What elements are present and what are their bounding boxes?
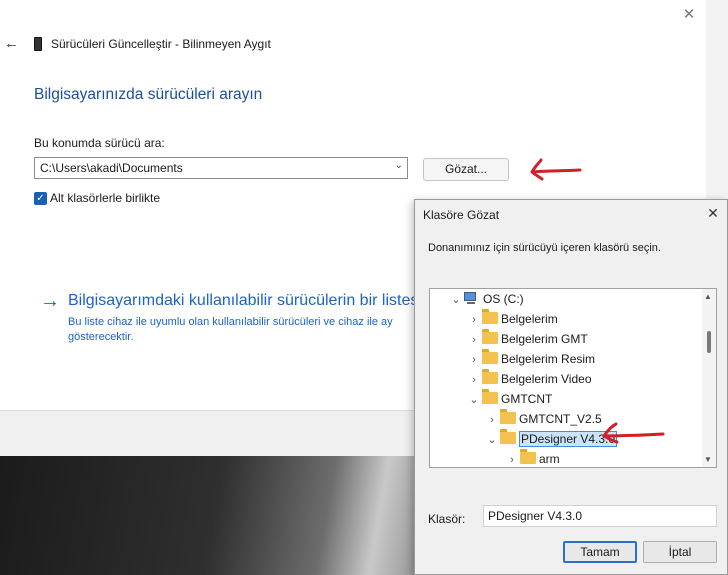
dialog-title: Klasöre Gözat bbox=[423, 208, 500, 222]
tree-item-label: Belgelerim bbox=[501, 312, 558, 326]
tree-item-gmtcnt[interactable]: ⌄ GMTCNT bbox=[468, 389, 552, 409]
chevron-right-icon[interactable]: › bbox=[506, 450, 518, 467]
chevron-down-icon[interactable]: ⌄ bbox=[395, 160, 403, 171]
tree-item-label: GMTCNT_V2.5 bbox=[519, 412, 602, 426]
dialog-description: Donanımınız için sürücüyü içeren klasörü… bbox=[428, 242, 661, 254]
tree-item-label: GMTCNT bbox=[501, 392, 553, 406]
back-arrow-icon[interactable]: ← bbox=[4, 36, 20, 52]
tree-item-belgelerim-video[interactable]: › Belgelerim Video bbox=[468, 369, 592, 389]
tree-item-label-selected: PDesigner V4.3.0 bbox=[519, 431, 618, 447]
path-value[interactable]: C:\Users\akadi\Documents bbox=[40, 161, 183, 175]
folder-icon bbox=[500, 429, 516, 444]
tree-item-label: Belgelerim Video bbox=[501, 372, 592, 386]
folder-icon bbox=[482, 349, 498, 364]
folder-icon bbox=[520, 449, 536, 464]
search-location-label: Bu konumda sürücü ara: bbox=[34, 136, 165, 150]
scroll-down-icon[interactable]: ▼ bbox=[704, 455, 712, 464]
drive-icon bbox=[464, 292, 480, 305]
scroll-up-icon[interactable]: ▲ bbox=[704, 292, 712, 301]
close-icon[interactable]: ✕ bbox=[680, 6, 698, 24]
chevron-down-icon[interactable]: ⌄ bbox=[486, 430, 498, 450]
chevron-right-icon[interactable]: › bbox=[468, 370, 480, 390]
window-title: Sürücüleri Güncelleştir - Bilinmeyen Ayg… bbox=[51, 37, 271, 51]
include-subfolders-checkbox[interactable]: ✓ bbox=[34, 192, 47, 205]
arrow-right-icon[interactable]: → bbox=[40, 291, 60, 311]
scroll-thumb[interactable] bbox=[707, 331, 711, 353]
folder-icon bbox=[482, 389, 498, 404]
tree-item-label: Belgelerim GMT bbox=[501, 332, 588, 346]
tree-item-arm[interactable]: › arm bbox=[506, 449, 560, 467]
folder-icon bbox=[482, 329, 498, 344]
folder-icon bbox=[482, 369, 498, 384]
folder-icon bbox=[500, 409, 516, 424]
tree-item-belgelerim-resim[interactable]: › Belgelerim Resim bbox=[468, 349, 595, 369]
path-combobox[interactable]: C:\Users\akadi\Documents ⌄ bbox=[34, 157, 408, 179]
tree-item-belgelerim[interactable]: › Belgelerim bbox=[468, 309, 558, 329]
page-heading: Bilgisayarınızda sürücüleri arayın bbox=[34, 86, 263, 103]
tree-item-os-c[interactable]: ⌄ OS (C:) bbox=[450, 289, 524, 309]
folder-icon bbox=[482, 309, 498, 324]
tree-item-belgelerim-gmt[interactable]: › Belgelerim GMT bbox=[468, 329, 588, 349]
pick-from-list-link[interactable]: Bilgisayarımdaki kullanılabilir sürücüle… bbox=[68, 292, 414, 310]
tree-item-label: arm bbox=[539, 452, 560, 466]
browse-button[interactable]: Gözat... bbox=[423, 158, 509, 181]
tree-item-pdesigner[interactable]: ⌄ PDesigner V4.3.0 bbox=[486, 429, 618, 450]
chevron-right-icon[interactable]: › bbox=[486, 410, 498, 430]
folder-label: Klasör: bbox=[428, 512, 466, 526]
cancel-button[interactable]: İptal bbox=[643, 541, 717, 563]
folder-input[interactable]: PDesigner V4.3.0 bbox=[483, 505, 717, 527]
chevron-right-icon[interactable]: › bbox=[468, 330, 480, 350]
chevron-down-icon[interactable]: ⌄ bbox=[450, 290, 462, 310]
device-icon bbox=[34, 37, 42, 51]
pick-from-list-description: Bu liste cihaz ile uyumlu olan kullanıla… bbox=[68, 316, 393, 343]
tree-item-gmtcnt-v2-5[interactable]: › GMTCNT_V2.5 bbox=[486, 409, 602, 429]
folder-tree[interactable]: ⌄ OS (C:) › Belgelerim › Belgelerim GMT › Be… bbox=[429, 288, 717, 468]
close-icon[interactable]: ✕ bbox=[705, 205, 721, 221]
ok-button[interactable]: Tamam bbox=[563, 541, 637, 563]
tree-scrollbar[interactable]: ▲ ▼ bbox=[702, 289, 716, 467]
tree-item-label: Belgelerim Resim bbox=[501, 352, 596, 366]
include-subfolders-label[interactable]: Alt klasörlerle birlikte bbox=[50, 191, 160, 205]
chevron-down-icon[interactable]: ⌄ bbox=[468, 390, 480, 410]
browse-folder-dialog: Klasöre Gözat ✕ Donanımınız için sürücüy… bbox=[414, 199, 728, 575]
tree-item-label: OS (C:) bbox=[483, 292, 524, 306]
chevron-right-icon[interactable]: › bbox=[468, 310, 480, 330]
chevron-right-icon[interactable]: › bbox=[468, 350, 480, 370]
